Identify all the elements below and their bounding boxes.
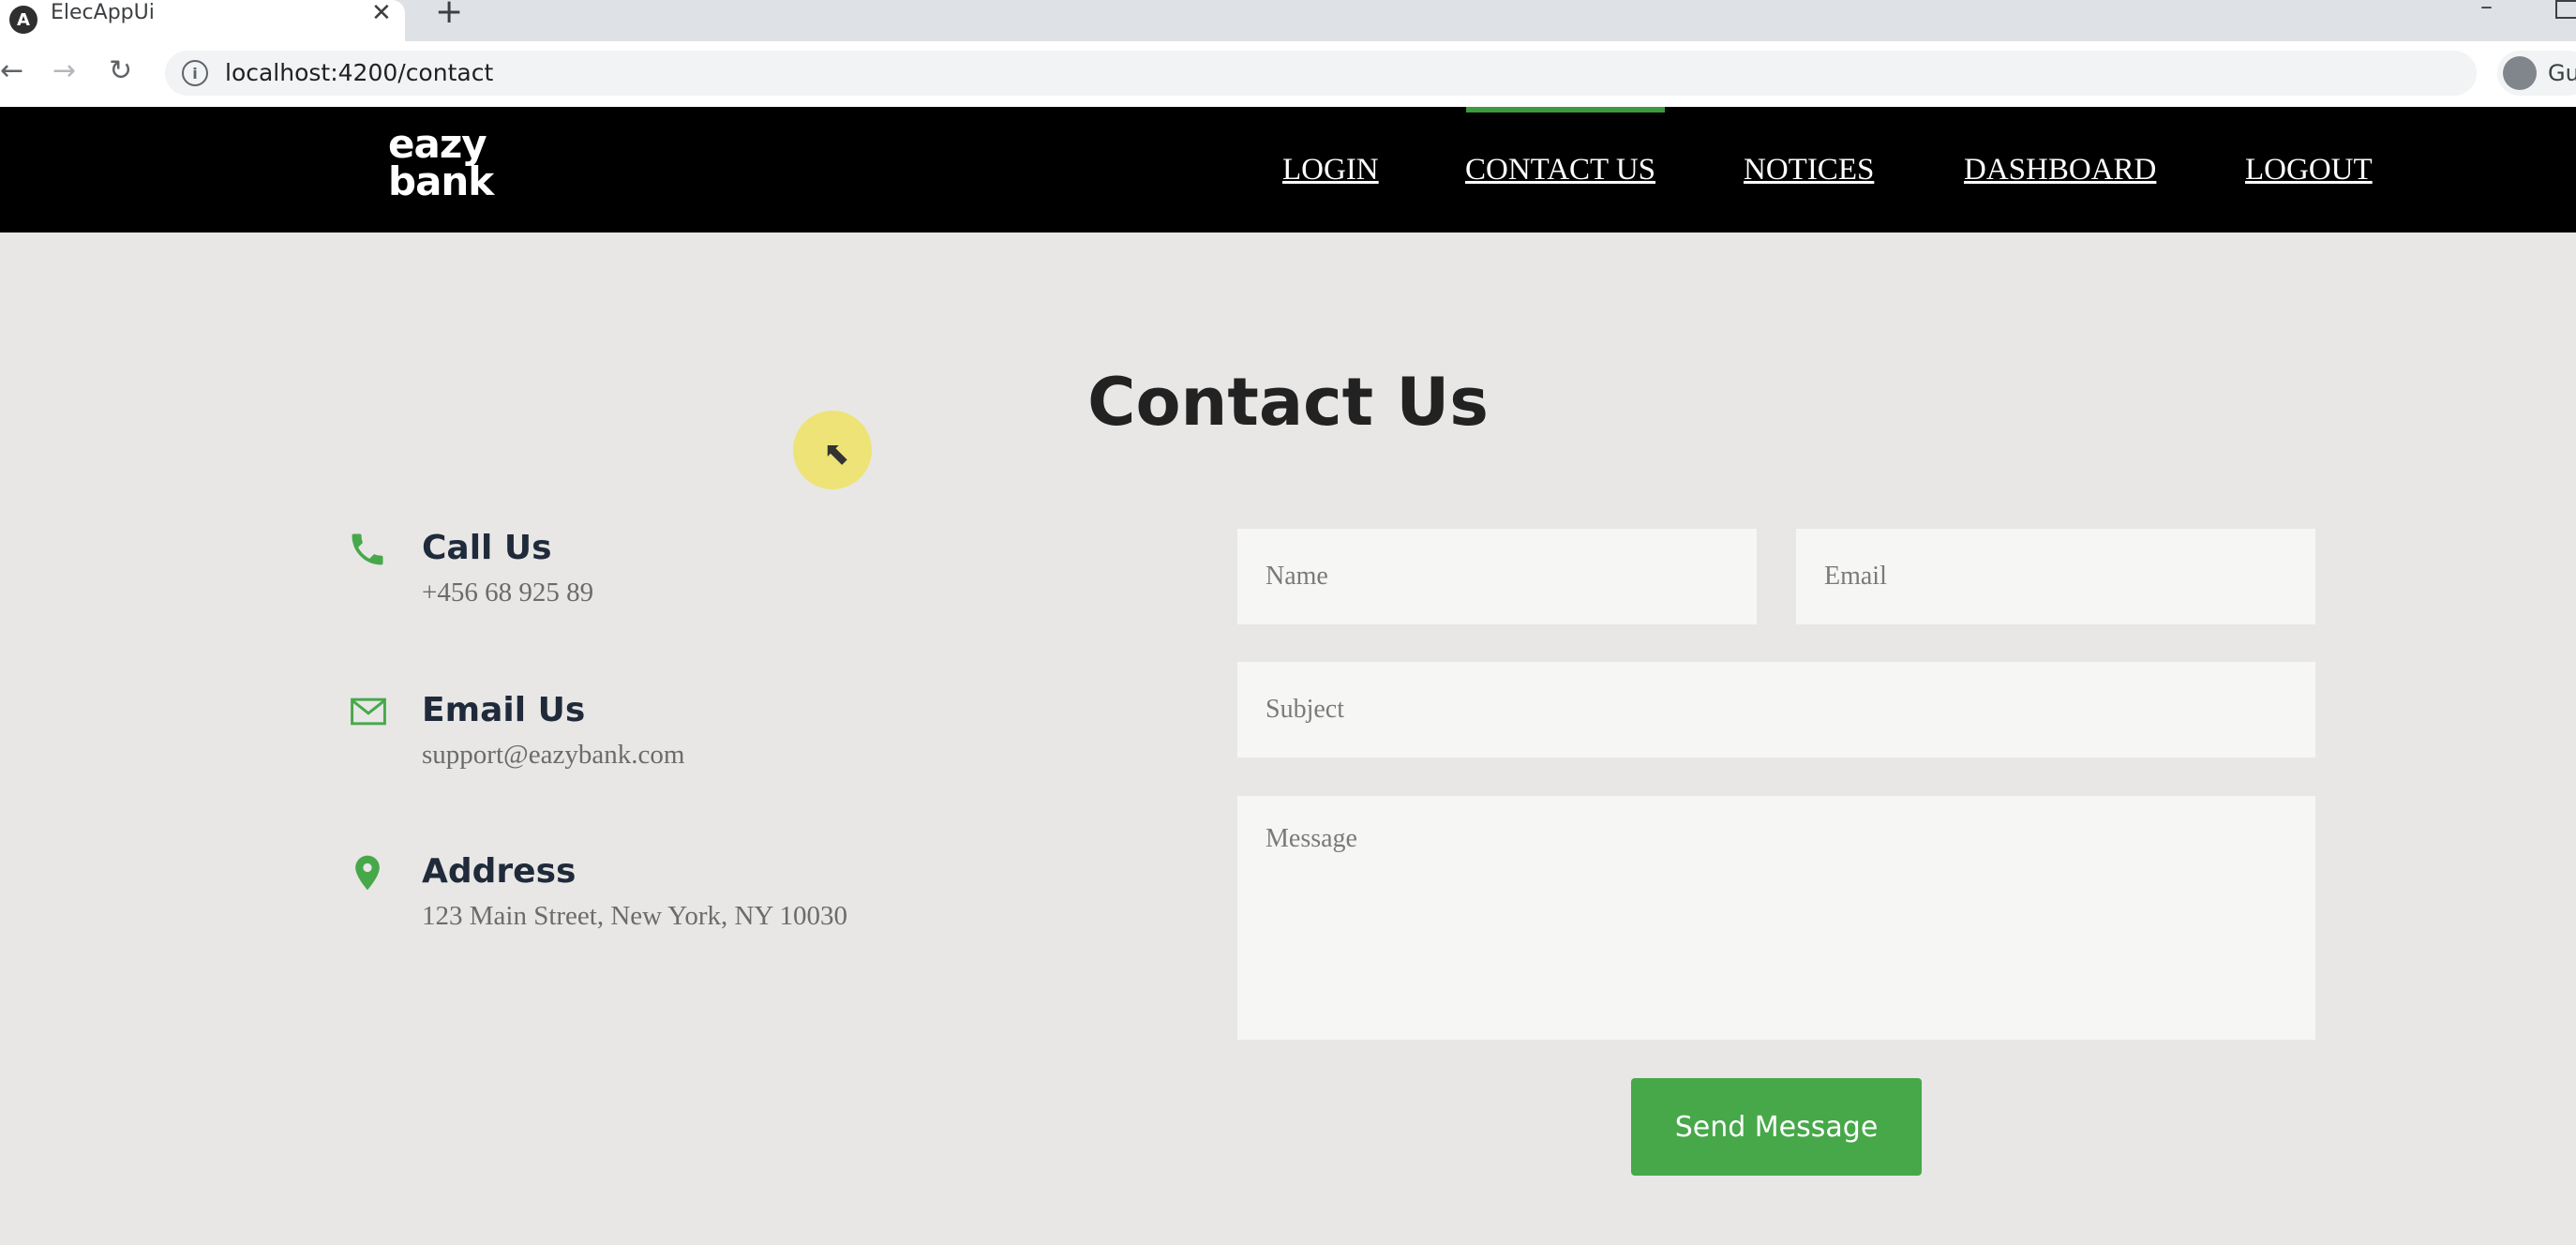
info-heading: Address xyxy=(422,852,577,891)
subject-input[interactable] xyxy=(1237,662,2315,758)
reload-icon[interactable]: ↻ xyxy=(109,52,132,90)
profile-icon xyxy=(2503,56,2537,90)
address-bar[interactable]: i localhost:4200/contact xyxy=(165,51,2477,96)
mouse-cursor-icon: ⬉ xyxy=(823,435,850,472)
close-icon[interactable]: ✕ xyxy=(371,0,392,26)
maximize-icon[interactable] xyxy=(2555,0,2576,19)
send-message-button[interactable]: Send Message xyxy=(1631,1078,1922,1176)
envelope-icon xyxy=(347,691,388,732)
email-input[interactable] xyxy=(1796,529,2315,624)
minimize-icon[interactable]: – xyxy=(2480,0,2493,21)
info-value: 123 Main Street, New York, NY 10030 xyxy=(422,901,848,931)
map-pin-icon xyxy=(347,852,388,893)
nav-login[interactable]: LOGIN xyxy=(1282,107,1379,232)
message-textarea[interactable] xyxy=(1237,796,2315,1040)
nav-logout[interactable]: LOGOUT xyxy=(2245,107,2373,232)
new-tab-button[interactable]: + xyxy=(435,0,463,29)
info-icon[interactable]: i xyxy=(182,60,208,86)
browser-tab[interactable]: A ElecAppUi ✕ xyxy=(0,0,405,41)
logo-line-1: eazy xyxy=(388,121,487,167)
back-icon[interactable]: ← xyxy=(0,52,23,90)
page-title: Contact Us xyxy=(1087,364,1489,441)
profile-name: Gu xyxy=(2548,60,2576,86)
angular-favicon-icon: A xyxy=(9,6,37,34)
phone-icon xyxy=(347,529,388,570)
info-value: support@eazybank.com xyxy=(422,740,685,770)
nav-notices[interactable]: NOTICES xyxy=(1744,107,1874,232)
nav-contact-us[interactable]: CONTACT US xyxy=(1465,107,1655,232)
info-heading: Email Us xyxy=(422,691,586,729)
browser-toolbar: ← → ↻ i localhost:4200/contact Gu xyxy=(0,41,2576,107)
name-input[interactable] xyxy=(1237,529,1757,624)
browser-tab-bar: A ElecAppUi ✕ + – xyxy=(0,0,2576,41)
tab-title: ElecAppUi xyxy=(51,1,155,24)
nav-dashboard[interactable]: DASHBOARD xyxy=(1964,107,2156,232)
logo-line-2: bank xyxy=(388,158,494,204)
profile-button[interactable]: Gu xyxy=(2497,51,2576,96)
info-value: +456 68 925 89 xyxy=(422,578,594,608)
info-heading: Call Us xyxy=(422,529,552,567)
site-header: eazy bank LOGIN CONTACT US NOTICES DASHB… xyxy=(0,107,2576,232)
eazybank-logo[interactable]: eazy bank xyxy=(388,121,494,204)
forward-icon[interactable]: → xyxy=(52,52,76,90)
url-text[interactable]: localhost:4200/contact xyxy=(225,51,493,96)
